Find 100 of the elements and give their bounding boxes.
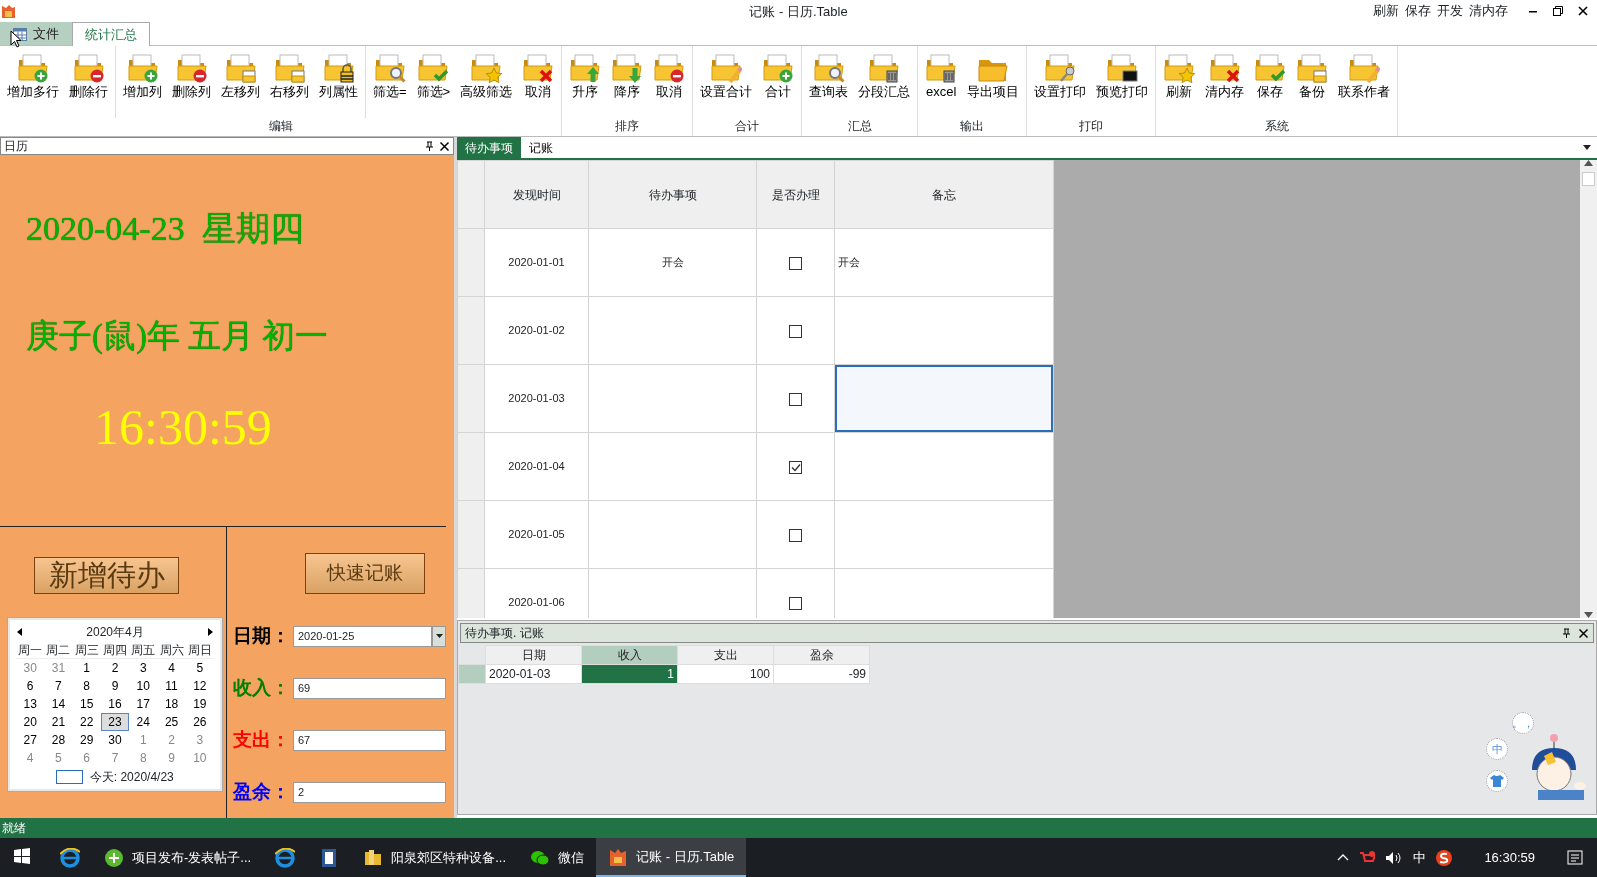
- calendar-day[interactable]: 7: [100, 749, 130, 767]
- scroll-thumb[interactable]: [1582, 172, 1595, 186]
- dropdown-icon[interactable]: [1583, 145, 1591, 150]
- ribbon-button[interactable]: 升序: [564, 50, 607, 118]
- ribbon-button[interactable]: 取消: [648, 50, 691, 118]
- notification-icon[interactable]: [1567, 849, 1583, 866]
- calendar-day[interactable]: 23: [100, 713, 130, 731]
- calendar-day[interactable]: 22: [72, 713, 101, 731]
- calendar-day[interactable]: 17: [129, 695, 158, 713]
- add-todo-button[interactable]: 新增待办: [34, 557, 179, 594]
- calendar-day[interactable]: 2: [157, 731, 186, 749]
- calendar-day[interactable]: 10: [185, 749, 214, 767]
- calendar-day[interactable]: 3: [185, 731, 214, 749]
- taskbar-item[interactable]: 项目发布-发表帖子...: [92, 838, 264, 877]
- calendar-day[interactable]: 7: [44, 677, 73, 695]
- calendar-day[interactable]: 5: [185, 659, 214, 677]
- next-month-icon[interactable]: [206, 627, 214, 637]
- calendar-day[interactable]: 20: [16, 713, 45, 731]
- calendar-day[interactable]: 26: [185, 713, 214, 731]
- ribbon-button[interactable]: 查询表: [804, 50, 854, 118]
- calendar-day[interactable]: 14: [44, 695, 73, 713]
- today-link[interactable]: 今天: 2020/4/23: [89, 768, 174, 786]
- ribbon-button[interactable]: 右移列: [265, 50, 314, 118]
- input-method-icon[interactable]: [1436, 849, 1453, 866]
- scroll-down-icon[interactable]: [1584, 612, 1593, 618]
- document-tab[interactable]: 记账: [521, 136, 561, 159]
- ribbon-button[interactable]: 增加多行: [2, 50, 64, 118]
- ribbon-button[interactable]: 预览打印: [1091, 50, 1154, 118]
- calendar-day[interactable]: 27: [16, 731, 45, 749]
- ribbon-button[interactable]: 左移列: [216, 50, 265, 118]
- calendar-day[interactable]: 31: [44, 659, 73, 677]
- calendar-day[interactable]: 13: [16, 695, 45, 713]
- ribbon-button[interactable]: 设置打印: [1029, 50, 1092, 118]
- ribbon-button[interactable]: excel: [920, 50, 963, 118]
- column-header[interactable]: 盈余: [773, 645, 870, 665]
- ribbon-button[interactable]: 清内存: [1200, 50, 1250, 118]
- calendar-day[interactable]: 16: [100, 695, 130, 713]
- calendar-day[interactable]: 2: [100, 659, 130, 677]
- calendar-day[interactable]: 30: [16, 659, 45, 677]
- ribbon-button[interactable]: 降序: [606, 50, 649, 118]
- ribbon-button[interactable]: 增加列: [118, 50, 167, 118]
- skin-button[interactable]: [1486, 770, 1508, 792]
- calendar-day[interactable]: 9: [100, 677, 130, 695]
- taskbar-item[interactable]: 记账 - 日历.Table: [596, 838, 747, 877]
- close-icon[interactable]: [439, 140, 450, 152]
- checkbox[interactable]: [789, 324, 802, 338]
- ribbon-button[interactable]: 保存: [1249, 50, 1292, 118]
- calendar-day[interactable]: 8: [129, 749, 158, 767]
- ribbon-button[interactable]: 筛选>: [411, 50, 456, 118]
- input-field[interactable]: 69: [293, 677, 446, 699]
- ribbon-button[interactable]: 列属性: [314, 50, 363, 118]
- calendar-day[interactable]: 4: [157, 659, 186, 677]
- input-field[interactable]: 2: [293, 781, 446, 803]
- close-icon[interactable]: [1578, 627, 1589, 639]
- ribbon-button[interactable]: 设置合计: [695, 50, 758, 118]
- checkbox[interactable]: [789, 528, 802, 542]
- quick-action-link[interactable]: 刷新: [1373, 1, 1399, 21]
- ribbon-button[interactable]: 合计: [757, 50, 800, 118]
- table-cell[interactable]: [834, 364, 1054, 433]
- pin-icon[interactable]: [424, 140, 435, 152]
- ribbon-button[interactable]: 分段汇总: [853, 50, 916, 118]
- calendar-day[interactable]: 29: [72, 731, 101, 749]
- ribbon-tab[interactable]: 文件: [0, 22, 72, 45]
- ribbon-button[interactable]: 刷新: [1158, 50, 1201, 118]
- ribbon-button[interactable]: 删除列: [167, 50, 216, 118]
- calendar-day[interactable]: 3: [129, 659, 158, 677]
- ribbon-button[interactable]: 导出项目: [962, 50, 1025, 118]
- quick-entry-button[interactable]: 快速记账: [305, 553, 425, 594]
- checkbox[interactable]: [789, 596, 802, 610]
- ribbon-button[interactable]: 取消: [517, 50, 560, 118]
- calendar-day[interactable]: 24: [129, 713, 158, 731]
- pin-icon[interactable]: [1561, 627, 1572, 639]
- ime-indicator[interactable]: 中: [1413, 847, 1427, 868]
- ribbon-button[interactable]: 筛选=: [368, 50, 412, 118]
- previous-month-icon[interactable]: [16, 627, 24, 637]
- calendar-day[interactable]: 10: [129, 677, 158, 695]
- calendar-day[interactable]: 25: [157, 713, 186, 731]
- calendar-day[interactable]: 6: [72, 749, 101, 767]
- ribbon-button[interactable]: 删除行: [64, 50, 113, 118]
- quick-action-link[interactable]: 保存: [1405, 1, 1431, 21]
- column-header[interactable]: 支出: [677, 645, 774, 665]
- calendar-day[interactable]: 1: [129, 731, 158, 749]
- ribbon-button[interactable]: 联系作者: [1333, 50, 1396, 118]
- scrollbar[interactable]: [1580, 160, 1597, 618]
- ribbon-button[interactable]: 备份: [1291, 50, 1334, 118]
- calendar-day[interactable]: 21: [44, 713, 73, 731]
- calendar-day[interactable]: 9: [157, 749, 186, 767]
- calendar-day[interactable]: 8: [72, 677, 101, 695]
- calendar-day[interactable]: 5: [44, 749, 73, 767]
- restore-icon[interactable]: [1552, 5, 1564, 17]
- calendar-day[interactable]: 4: [16, 749, 45, 767]
- document-tab[interactable]: 待办事项: [457, 136, 521, 159]
- input-field[interactable]: 67: [293, 729, 446, 751]
- column-header[interactable]: 收入: [581, 645, 678, 665]
- caret-icon[interactable]: [435, 634, 443, 638]
- checkbox[interactable]: [789, 256, 802, 270]
- clock-text[interactable]: 16:30:59: [1484, 847, 1535, 868]
- calendar-day[interactable]: 28: [44, 731, 73, 749]
- calendar-day[interactable]: 18: [157, 695, 186, 713]
- calendar-day[interactable]: 12: [185, 677, 214, 695]
